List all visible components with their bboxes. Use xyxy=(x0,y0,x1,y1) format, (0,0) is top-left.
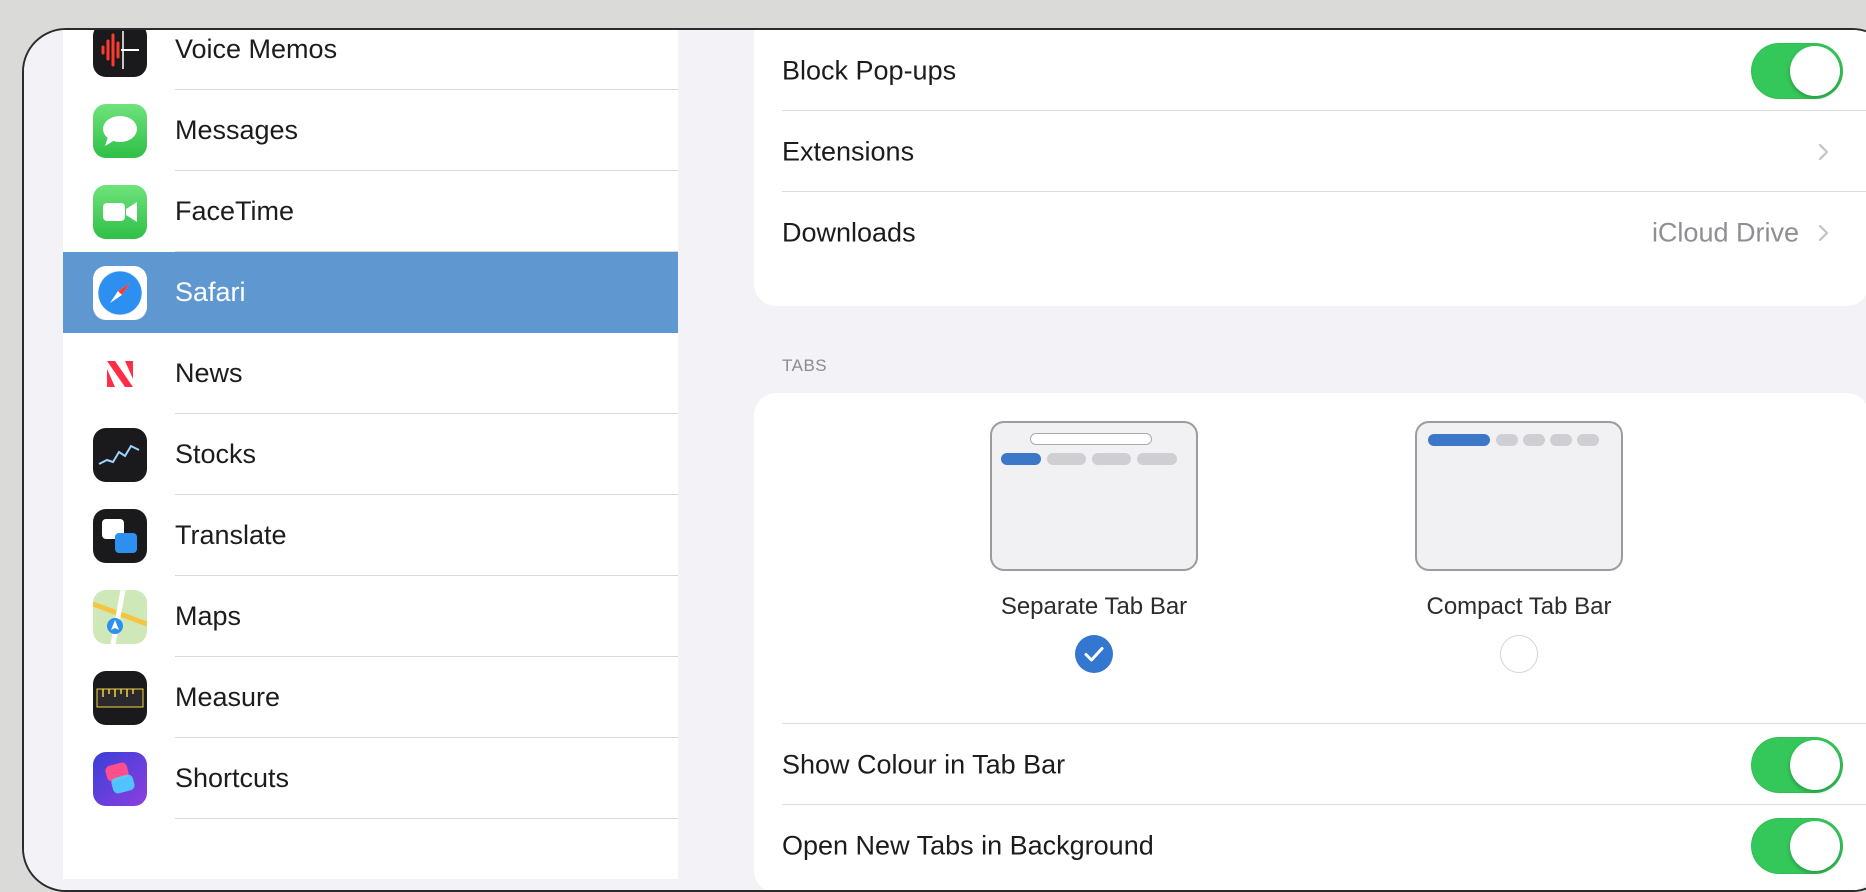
separate-tab-bar-option[interactable]: Separate Tab Bar xyxy=(989,421,1199,673)
messages-icon xyxy=(93,103,147,158)
toggle-knob xyxy=(1790,820,1840,871)
sidebar-item-maps[interactable]: Maps xyxy=(63,576,678,657)
sidebar-item-safari[interactable]: Safari xyxy=(63,252,678,333)
downloads-label: Downloads xyxy=(782,217,916,247)
chevron-right-icon xyxy=(1818,224,1829,241)
compact-tab-bar-preview xyxy=(1415,421,1623,571)
tab xyxy=(1550,434,1572,446)
checkmark-icon xyxy=(1084,647,1104,662)
sidebar-item-label: Stocks xyxy=(175,439,257,469)
sidebar-item-shortcuts[interactable]: Shortcuts xyxy=(63,738,678,819)
ipad-screen: Voice Memos Messages FaceTime Safari New… xyxy=(22,28,1866,892)
tab xyxy=(1496,434,1518,446)
tab xyxy=(1137,453,1177,465)
show-colour-toggle[interactable] xyxy=(1751,736,1843,793)
sidebar-item-messages[interactable]: Messages xyxy=(63,90,678,171)
show-colour-label: Show Colour in Tab Bar xyxy=(782,749,1066,779)
sidebar-item-facetime[interactable]: FaceTime xyxy=(63,171,678,252)
tabs-section-header: TABS xyxy=(782,356,828,375)
sidebar-item-partial[interactable] xyxy=(63,819,678,879)
safari-icon xyxy=(93,265,147,320)
sidebar-item-label: Safari xyxy=(175,277,246,307)
general-group: Block Pop-ups Extensions Downloads iClou… xyxy=(754,30,1866,306)
maps-icon xyxy=(93,589,147,644)
sidebar-item-label: Maps xyxy=(175,601,242,631)
voice-memos-icon xyxy=(93,30,147,77)
sidebar-item-label: News xyxy=(175,358,243,388)
sidebar-item-news[interactable]: News xyxy=(63,333,678,414)
sidebar-item-label: Shortcuts xyxy=(175,763,290,793)
downloads-value: iCloud Drive xyxy=(1651,217,1799,247)
address-bar xyxy=(1030,433,1152,445)
compact-tab-bar-radio[interactable] xyxy=(1500,635,1538,673)
measure-icon xyxy=(93,670,147,725)
toggle-knob xyxy=(1790,739,1840,790)
stocks-icon xyxy=(93,427,147,482)
sidebar-item-label: Translate xyxy=(175,520,287,550)
tab xyxy=(1523,434,1545,446)
extensions-label: Extensions xyxy=(782,136,915,166)
safari-settings-pane: Block Pop-ups Extensions Downloads iClou… xyxy=(714,30,1866,890)
compact-tab-bar-label: Compact Tab Bar xyxy=(1426,593,1612,620)
block-popups-row: Block Pop-ups xyxy=(754,30,1866,111)
block-popups-toggle[interactable] xyxy=(1751,42,1843,99)
separate-tab-bar-radio[interactable] xyxy=(1075,635,1113,673)
facetime-icon xyxy=(93,184,147,239)
tab xyxy=(1047,453,1086,465)
sidebar-item-voice-memos[interactable]: Voice Memos xyxy=(63,30,678,90)
sidebar-item-label: Voice Memos xyxy=(175,34,338,64)
news-icon xyxy=(93,346,147,401)
tab xyxy=(1092,453,1131,465)
downloads-row[interactable]: Downloads iCloud Drive xyxy=(754,192,1866,273)
active-tab xyxy=(1001,453,1041,465)
compact-tab-bar-option[interactable]: Compact Tab Bar xyxy=(1414,421,1624,673)
sidebar-item-label: FaceTime xyxy=(175,196,295,226)
open-background-row: Open New Tabs in Background xyxy=(754,805,1866,886)
extensions-row[interactable]: Extensions xyxy=(754,111,1866,192)
translate-icon xyxy=(93,508,147,563)
tabs-group: Separate Tab Bar Compact Tab Bar Show Co… xyxy=(754,393,1866,890)
tab xyxy=(1577,434,1599,446)
sidebar-item-stocks[interactable]: Stocks xyxy=(63,414,678,495)
sidebar-item-label: Messages xyxy=(175,115,299,145)
open-background-label: Open New Tabs in Background xyxy=(782,830,1154,860)
sidebar-list: Voice Memos Messages FaceTime Safari New… xyxy=(63,30,678,879)
sidebar-item-label: Measure xyxy=(175,682,281,712)
chevron-right-icon xyxy=(1818,143,1829,160)
toggle-knob xyxy=(1790,45,1840,96)
settings-sidebar: Voice Memos Messages FaceTime Safari New… xyxy=(24,30,714,890)
shortcuts-icon xyxy=(93,751,147,806)
active-tab xyxy=(1428,434,1490,446)
show-colour-row: Show Colour in Tab Bar xyxy=(754,724,1866,805)
separate-tab-bar-label: Separate Tab Bar xyxy=(1000,593,1188,620)
sidebar-item-measure[interactable]: Measure xyxy=(63,657,678,738)
block-popups-label: Block Pop-ups xyxy=(782,55,957,85)
separate-tab-bar-preview xyxy=(990,421,1198,571)
sidebar-item-translate[interactable]: Translate xyxy=(63,495,678,576)
open-background-toggle[interactable] xyxy=(1751,817,1843,874)
